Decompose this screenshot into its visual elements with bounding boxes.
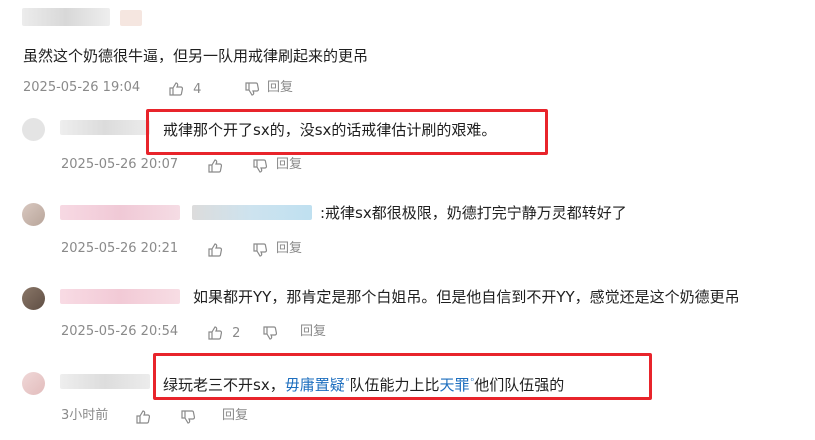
comment-text: 虽然这个奶德很牛逼，但另一队用戒律刷起来的更吊 — [23, 47, 369, 65]
like-button[interactable]: 2 — [207, 322, 240, 343]
thumbs-up-icon — [208, 325, 223, 340]
thumbs-up-icon — [208, 242, 223, 257]
reply-button[interactable]: 回复 — [300, 323, 326, 341]
like-button[interactable]: 4 — [168, 78, 201, 99]
link-text: 天罪 — [439, 376, 470, 394]
reply-button[interactable]: 回复 — [276, 240, 302, 258]
like-button[interactable] — [207, 239, 223, 258]
thumbs-up-icon — [208, 158, 223, 173]
avatar — [22, 287, 45, 310]
reply-button[interactable]: 回复 — [267, 79, 293, 97]
thumbs-down-icon — [253, 158, 268, 173]
thumbs-up-icon — [169, 81, 184, 96]
avatar — [22, 203, 45, 226]
comment-date: 3小时前 — [61, 408, 109, 423]
comment-date: 2025-05-26 20:07 — [61, 157, 179, 172]
comment-date: 2025-05-26 20:54 — [61, 324, 179, 339]
username-blurred — [60, 120, 150, 135]
username-blurred — [60, 374, 150, 389]
dislike-button[interactable] — [244, 78, 260, 97]
dislike-button[interactable] — [252, 155, 268, 174]
search-link[interactable]: 毋庸置疑ᵒ — [285, 376, 350, 394]
like-button[interactable] — [207, 155, 223, 174]
username-blurred — [22, 8, 110, 26]
username-blurred — [60, 205, 180, 220]
dislike-button[interactable] — [262, 322, 278, 341]
comment-text: 绿玩老三不开sx，毋庸置疑ᵒ队伍能力上比天罪ᵒ他们队伍强的 — [163, 372, 564, 395]
comment-text: :戒律sx都很极限，奶德打完宁静万灵都转好了 — [320, 204, 627, 222]
dislike-button[interactable] — [180, 406, 196, 425]
search-link[interactable]: 天罪ᵒ — [439, 376, 474, 394]
like-button[interactable] — [135, 406, 151, 425]
reply-button[interactable]: 回复 — [222, 407, 248, 425]
thumbs-down-icon — [263, 325, 278, 340]
like-count: 4 — [193, 82, 202, 97]
username-blurred — [60, 289, 180, 304]
comment-text: 如果都开YY，那肯定是那个白姐吊。但是他自信到不开YY，感觉还是这个奶德更吊 — [193, 288, 740, 306]
avatar — [22, 118, 45, 141]
like-count: 2 — [232, 326, 241, 341]
user-badge-blurred — [120, 10, 142, 26]
reply-button[interactable]: 回复 — [276, 156, 302, 174]
dislike-button[interactable] — [252, 239, 268, 258]
comment-text: 戒律那个开了sx的，没sx的话戒律估计刷的艰难。 — [163, 121, 497, 139]
text-segment: 绿玩老三不开sx， — [163, 376, 285, 394]
thumbs-up-icon — [136, 409, 151, 424]
comment-date: 2025-05-26 19:04 — [23, 80, 141, 95]
thumbs-down-icon — [253, 242, 268, 257]
mention-blurred — [192, 205, 312, 220]
thumbs-down-icon — [245, 81, 260, 96]
text-segment: 队伍能力上比 — [349, 376, 440, 394]
thumbs-down-icon — [181, 409, 196, 424]
link-text: 毋庸置疑 — [284, 376, 345, 394]
comment-date: 2025-05-26 20:21 — [61, 241, 179, 256]
text-segment: 他们队伍强的 — [474, 376, 565, 394]
avatar — [22, 372, 45, 395]
